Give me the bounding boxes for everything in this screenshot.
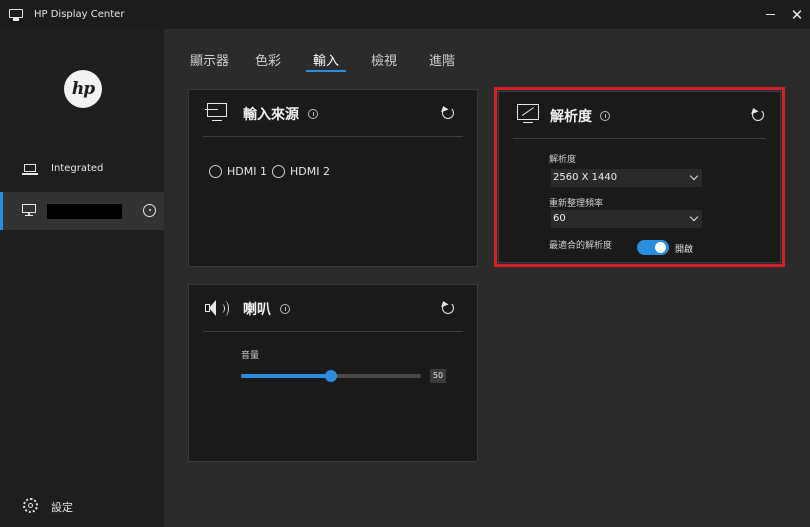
monitor-icon [22,204,36,217]
info-icon[interactable] [308,109,318,119]
radio-circle[interactable] [209,165,222,178]
radio-hdmi-1[interactable]: HDMI 1 [209,165,267,178]
sidebar-item-external-monitor[interactable] [0,192,164,230]
input-source-card: 輸入來源 HDMI 1 HDMI 2 [188,89,478,267]
tab-display[interactable]: 顯示器 [190,50,229,69]
hp-logo: hp [64,70,102,108]
title-bar: HP Display Center ✕ [0,0,810,29]
tab-view[interactable]: 檢視 [371,50,397,69]
speaker-card: 喇叭 音量 50 [188,284,478,462]
card-header: 喇叭 [203,285,463,332]
window-title: HP Display Center [34,9,125,20]
card-header: 輸入來源 [203,90,463,137]
app-monitor-icon [9,8,23,21]
sidebar-item-integrated[interactable]: Integrated [0,152,164,188]
reset-icon[interactable] [439,299,454,314]
volume-slider-fill [241,374,331,378]
radio-label: HDMI 1 [227,165,267,178]
highlight-box [494,87,785,267]
volume-value: 50 [430,369,446,383]
settings-label: 設定 [51,501,73,514]
card-title: 喇叭 [243,302,271,318]
radio-label: HDMI 2 [290,165,330,178]
reset-icon[interactable] [439,104,454,119]
sidebar: hp Integrated 設定 [0,29,164,527]
minimize-icon [765,13,775,16]
volume-label: 音量 [241,351,260,361]
card-title: 輸入來源 [243,107,299,123]
monitor-info-icon[interactable] [143,204,156,217]
close-button[interactable]: ✕ [782,0,810,29]
radio-hdmi-2[interactable]: HDMI 2 [272,165,330,178]
info-icon[interactable] [280,304,290,314]
volume-slider-thumb[interactable] [325,370,337,382]
tab-color[interactable]: 色彩 [255,50,281,69]
minimize-button[interactable] [755,0,785,29]
radio-circle[interactable] [272,165,285,178]
input-source-icon [205,103,229,123]
active-tab-underline [306,70,346,72]
redacted-monitor-name [47,204,122,219]
gear-icon [23,498,38,513]
tab-input[interactable]: 輸入 [313,50,339,69]
selected-indicator [0,192,3,230]
laptop-icon [22,164,38,176]
hp-logo-text: hp [71,79,95,99]
tab-advanced[interactable]: 進階 [429,50,455,69]
sidebar-item-label: Integrated [51,163,104,174]
speaker-icon [205,299,231,317]
settings-button[interactable]: 設定 [0,494,164,518]
volume-slider[interactable] [241,370,421,382]
